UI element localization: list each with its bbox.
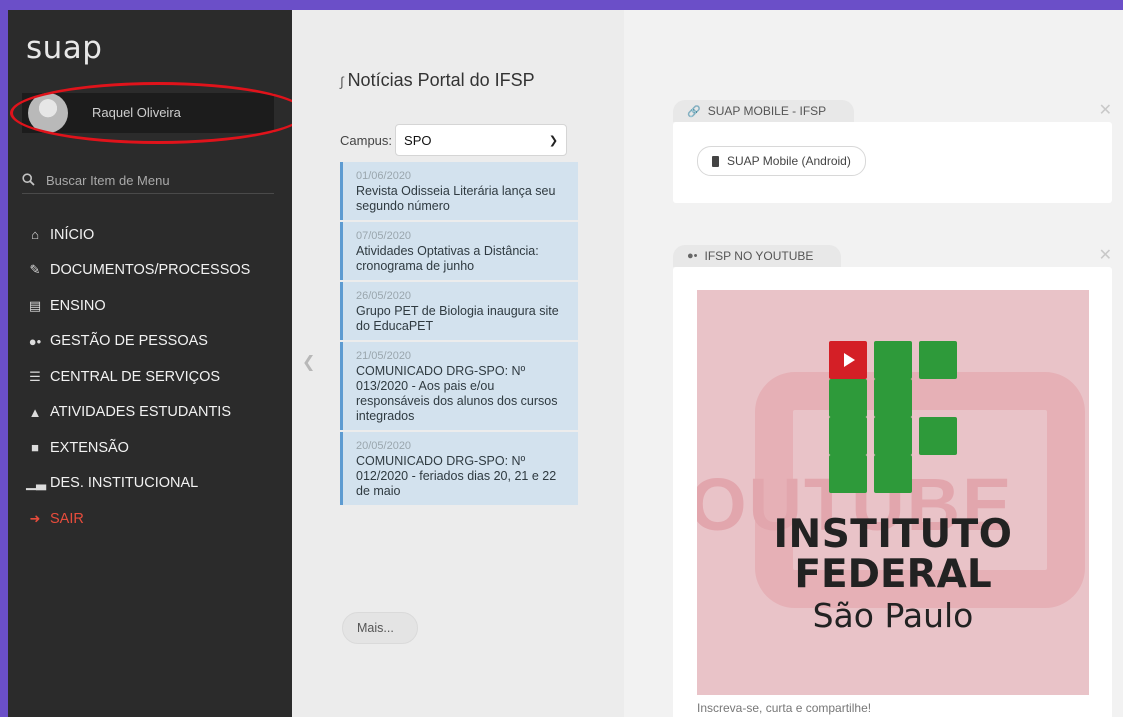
menu-item-label: INÍCIO [50, 226, 95, 243]
if-logo-square [874, 341, 912, 379]
users-icon: ●• [687, 250, 698, 262]
news-item[interactable]: 20/05/2020 COMUNICADO DRG-SPO: Nº 012/20… [340, 432, 578, 505]
link-icon: 🔗 [687, 105, 701, 118]
menu-item-sair[interactable]: ➜ SAIR [8, 501, 292, 537]
chevron-down-icon: ❯ [548, 134, 559, 147]
menu-item-label: DES. INSTITUCIONAL [50, 475, 199, 492]
user-profile[interactable]: Raquel Oliveira [22, 93, 274, 133]
news-item[interactable]: 21/05/2020 COMUNICADO DRG-SPO: Nº 013/20… [340, 342, 578, 430]
panel-tab: ●• IFSP NO YOUTUBE [673, 245, 842, 267]
news-date: 01/06/2020 [356, 170, 412, 182]
close-icon[interactable]: ✕ [1099, 100, 1112, 120]
panel-tab: 🔗 SUAP MOBILE - IFSP [673, 100, 855, 122]
news-headline: Revista Odisseia Literária lança seu seg… [356, 184, 556, 213]
if-logo-square [874, 455, 912, 493]
list-icon: ☰ [29, 368, 41, 384]
building-icon: ■ [31, 440, 39, 456]
menu-item-ensino[interactable]: ▤ ENSINO [8, 288, 292, 324]
if-logo-square [919, 341, 957, 379]
panel-title: SUAP MOBILE - IFSP [707, 104, 827, 118]
close-icon[interactable]: ✕ [1099, 245, 1112, 265]
sign-out-icon: ➜ [29, 510, 41, 526]
widgets-column: 🔗 SUAP MOBILE - IFSP ✕ SUAP Mobile (Andr… [624, 10, 1123, 717]
news-headline: Grupo PET de Biologia inaugura site do E… [356, 304, 559, 333]
user-name: Raquel Oliveira [92, 105, 181, 120]
search-icon [22, 173, 36, 187]
news-item[interactable]: 26/05/2020 Grupo PET de Biologia inaugur… [340, 282, 578, 340]
suap-mobile-panel: 🔗 SUAP MOBILE - IFSP ✕ SUAP Mobile (Andr… [673, 100, 1112, 203]
menu-item-central-servicos[interactable]: ☰ CENTRAL DE SERVIÇOS [8, 359, 292, 395]
youtube-channel-image[interactable]: OUTUBE INSTITUTO FEDERAL São Paulo [697, 290, 1089, 695]
menu-item-label: EXTENSÃO [50, 439, 129, 456]
news-item[interactable]: 07/05/2020 Atividades Optativas a Distân… [340, 222, 578, 280]
campus-select[interactable]: SPO ❯ [395, 124, 568, 156]
mobile-phone-icon [712, 155, 719, 167]
panel-title: IFSP NO YOUTUBE [704, 249, 814, 263]
search-input[interactable] [44, 171, 268, 189]
news-date: 26/05/2020 [356, 290, 412, 302]
youtube-caption: Inscreva-se, curta e compartilhe! [697, 701, 872, 715]
news-date: 21/05/2020 [356, 350, 412, 362]
menu-item-atividades-estudantis[interactable]: ▲ ATIVIDADES ESTUDANTIS [8, 395, 292, 431]
app-frame: suap Raquel Oliveira ⌂ INÍCIO ✎ DOCUMENT… [8, 10, 1123, 717]
menu-search [22, 167, 274, 194]
suap-mobile-android-button[interactable]: SUAP Mobile (Android) [697, 146, 866, 176]
menu-item-label: DOCUMENTOS/PROCESSOS [50, 262, 251, 279]
news-title-text: Notícias Portal do IFSP [347, 70, 535, 90]
menu-item-label: SAIR [50, 510, 84, 527]
news-widget-title: ∫ Notícias Portal do IFSP [340, 70, 580, 92]
main-menu: ⌂ INÍCIO ✎ DOCUMENTOS/PROCESSOS ▤ ENSINO… [8, 217, 292, 537]
menu-item-gestao-pessoas[interactable]: ●• GESTÃO DE PESSOAS [8, 324, 292, 360]
document-edit-icon: ✎ [29, 262, 41, 278]
users-icon: ●• [28, 333, 42, 349]
rss-icon: ∫ [340, 74, 344, 89]
if-logo-square [829, 379, 867, 417]
avatar [28, 93, 68, 133]
news-list: 01/06/2020 Revista Odisseia Literária la… [340, 162, 578, 507]
news-item[interactable]: 01/06/2020 Revista Odisseia Literária la… [340, 162, 578, 220]
menu-item-inicio[interactable]: ⌂ INÍCIO [8, 217, 292, 253]
if-logo-square [874, 417, 912, 455]
campus-label: Campus: [340, 132, 393, 148]
bar-chart-icon: ▁▃ [26, 475, 46, 491]
campus-select-value: SPO [404, 132, 432, 148]
if-logo-line-3: São Paulo [812, 596, 974, 635]
if-logo-square [919, 417, 957, 455]
if-logo-square [829, 455, 867, 493]
if-logo-line-2: FEDERAL [794, 552, 992, 597]
news-headline: Atividades Optativas a Distância: cronog… [356, 244, 539, 273]
news-headline: COMUNICADO DRG-SPO: Nº 013/2020 - Aos pa… [356, 364, 558, 423]
home-icon: ⌂ [31, 227, 39, 243]
news-date: 20/05/2020 [356, 440, 412, 452]
app-logo[interactable]: suap [26, 30, 102, 66]
menu-item-label: CENTRAL DE SERVIÇOS [50, 368, 221, 385]
sidebar: suap Raquel Oliveira ⌂ INÍCIO ✎ DOCUMENT… [8, 10, 306, 717]
collapse-sidebar-icon[interactable]: ❮ [302, 352, 315, 372]
mobile-button-label: SUAP Mobile (Android) [727, 154, 851, 168]
news-column: ❮ ∫ Notícias Portal do IFSP Campus: SPO ❯… [292, 10, 624, 717]
graduation-cap-icon: ▲ [28, 404, 42, 420]
if-logo-square [829, 417, 867, 455]
play-icon [829, 341, 867, 379]
news-headline: COMUNICADO DRG-SPO: Nº 012/2020 - feriad… [356, 454, 557, 498]
news-date: 07/05/2020 [356, 230, 412, 242]
menu-item-des-institucional[interactable]: ▁▃ DES. INSTITUCIONAL [8, 466, 292, 502]
menu-item-label: ATIVIDADES ESTUDANTIS [50, 404, 232, 421]
menu-item-extensao[interactable]: ■ EXTENSÃO [8, 430, 292, 466]
youtube-panel: ●• IFSP NO YOUTUBE ✕ OUTUBE INSTITUTO FE… [673, 245, 1112, 717]
menu-item-label: ENSINO [50, 297, 106, 314]
if-logo-square [874, 379, 912, 417]
chalkboard-icon: ▤ [28, 297, 42, 313]
campus-filter: Campus: SPO ❯ [340, 124, 568, 156]
menu-item-documentos[interactable]: ✎ DOCUMENTOS/PROCESSOS [8, 253, 292, 289]
more-news-button[interactable]: Mais... [342, 612, 418, 644]
if-logo-line-1: INSTITUTO [773, 512, 1013, 557]
menu-item-label: GESTÃO DE PESSOAS [50, 333, 208, 350]
